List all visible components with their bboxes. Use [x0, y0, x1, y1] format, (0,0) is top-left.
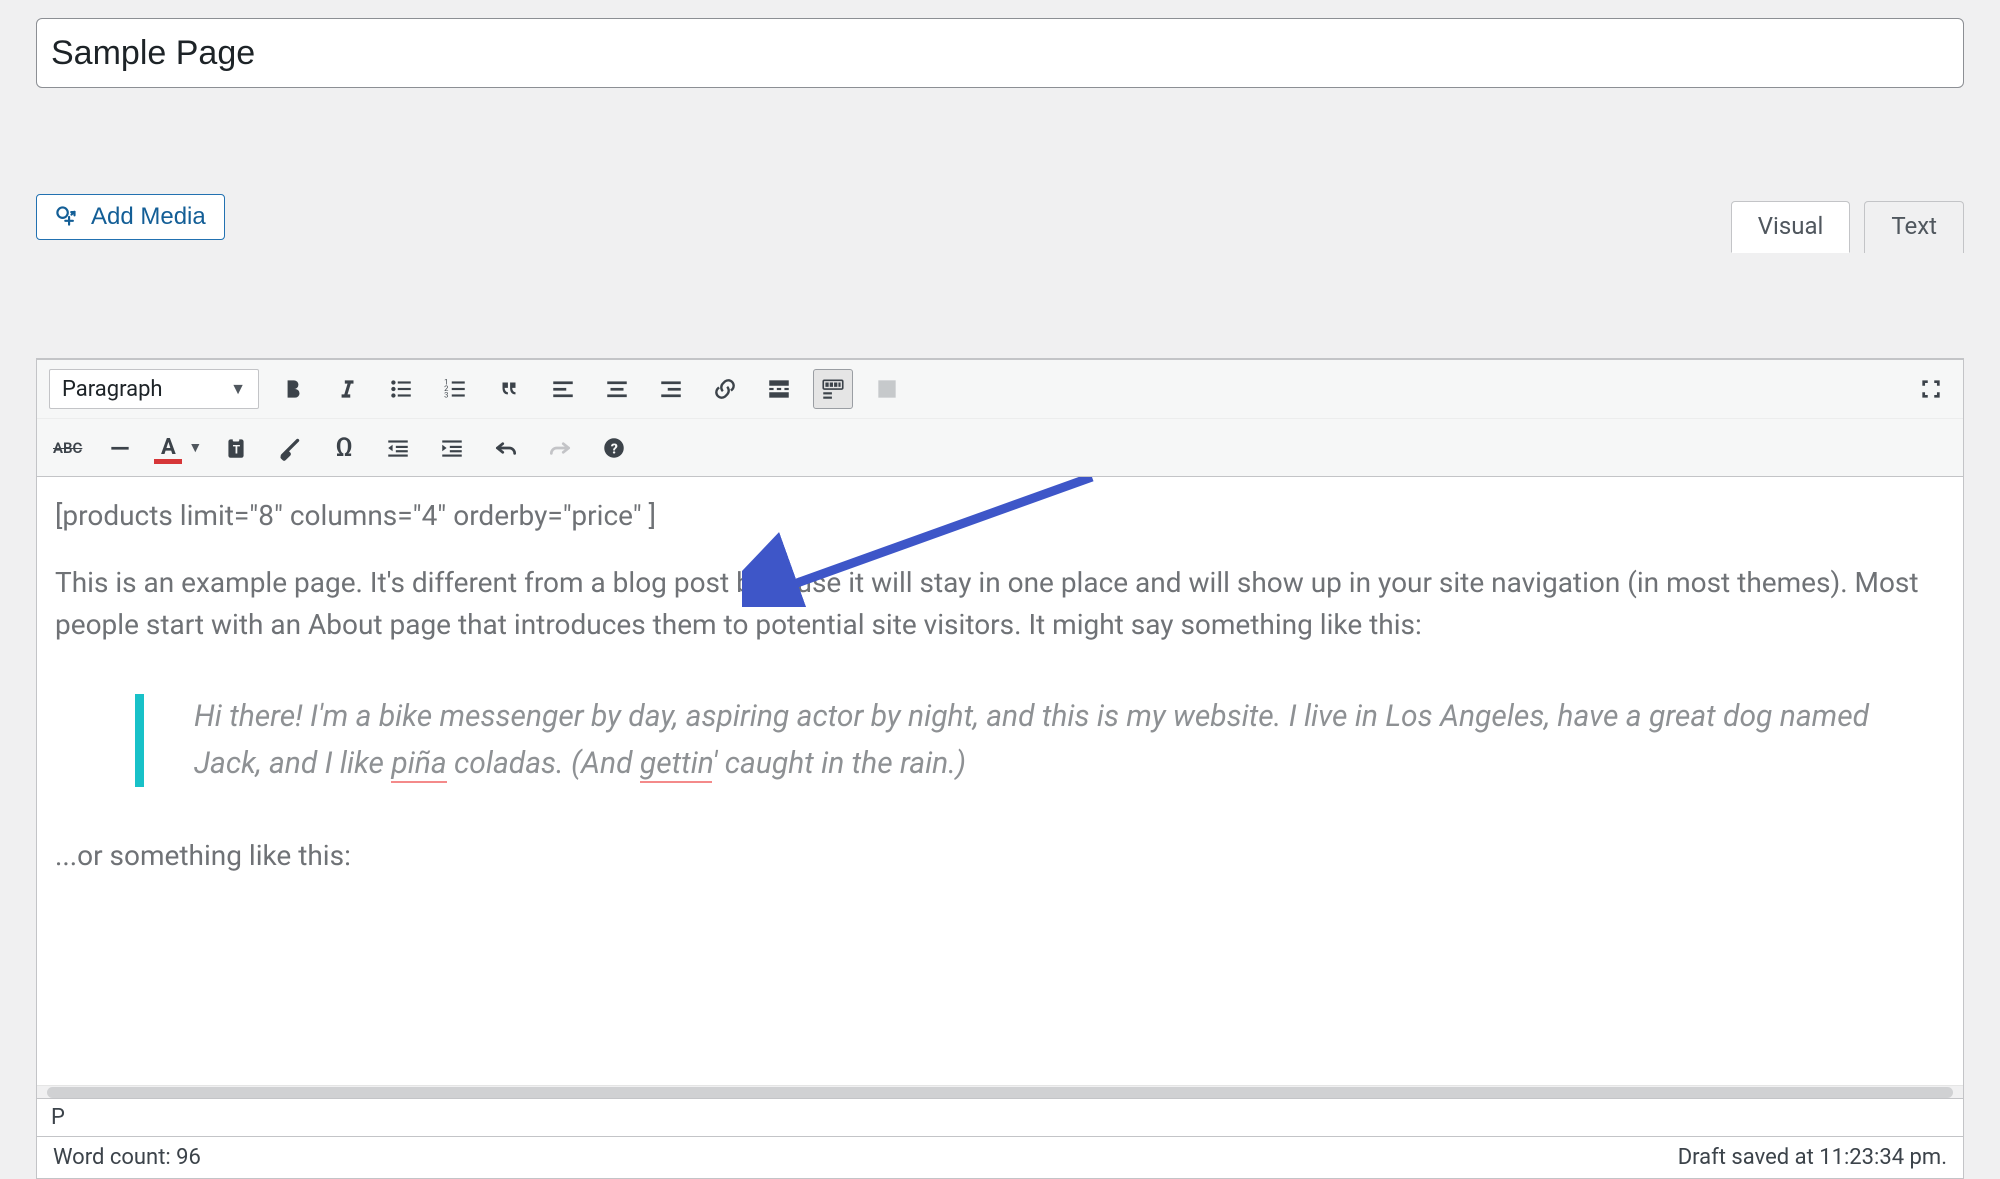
editor-wrap: Paragraph ▼ 123	[36, 358, 1964, 1179]
blockquote: Hi there! I'm a bike messenger by day, a…	[135, 694, 1945, 787]
numbered-list-button[interactable]: 123	[435, 369, 475, 409]
special-character-button[interactable]: Ω	[324, 428, 364, 468]
format-select-label: Paragraph	[62, 377, 163, 402]
bold-button[interactable]	[273, 369, 313, 409]
tab-text[interactable]: Text	[1864, 201, 1964, 253]
element-path[interactable]: P	[37, 1098, 1963, 1136]
editor-top-row: Add Media Visual Text	[36, 194, 1964, 252]
caret-down-icon: ▼	[230, 379, 246, 399]
add-media-label: Add Media	[91, 203, 206, 231]
body-paragraph-1: This is an example page. It's different …	[55, 562, 1945, 646]
spellcheck-underline: gettin	[640, 746, 712, 783]
scrollbar-thumb[interactable]	[47, 1087, 1953, 1098]
text-color-button[interactable]: A ▼	[154, 435, 202, 460]
text-color-icon: A	[154, 435, 182, 460]
indent-button[interactable]	[432, 428, 472, 468]
svg-text:?: ?	[611, 441, 618, 457]
media-icon	[55, 204, 81, 230]
toolbar-toggle-button[interactable]	[813, 369, 853, 409]
bulleted-list-button[interactable]	[381, 369, 421, 409]
link-button[interactable]	[705, 369, 745, 409]
outdent-button[interactable]	[378, 428, 418, 468]
caret-down-icon: ▼	[188, 439, 202, 456]
align-center-button[interactable]	[597, 369, 637, 409]
svg-text:3: 3	[444, 391, 448, 400]
tab-visual[interactable]: Visual	[1731, 201, 1851, 253]
blockquote-text: coladas. (And	[447, 746, 640, 781]
body-paragraph-2: ...or something like this:	[55, 835, 1945, 877]
svg-text:T: T	[233, 442, 241, 456]
clear-formatting-button[interactable]	[270, 428, 310, 468]
help-button[interactable]: ?	[594, 428, 634, 468]
add-media-button[interactable]: Add Media	[36, 194, 225, 240]
horizontal-scrollbar[interactable]	[37, 1085, 1963, 1098]
status-bar: Word count: 96 Draft saved at 11:23:34 p…	[37, 1136, 1963, 1178]
post-title-input[interactable]	[36, 18, 1964, 88]
shortcode-text: [products limit="8" columns="4" orderby=…	[55, 499, 1945, 532]
horizontal-rule-button[interactable]	[100, 428, 140, 468]
read-more-button[interactable]	[759, 369, 799, 409]
fullscreen-button[interactable]	[1911, 369, 1951, 409]
undo-button[interactable]	[486, 428, 526, 468]
editor-content-area[interactable]: [products limit="8" columns="4" orderby=…	[37, 476, 1963, 1085]
blockquote-text: ' caught in the rain.)	[712, 746, 966, 781]
italic-button[interactable]	[327, 369, 367, 409]
align-left-button[interactable]	[543, 369, 583, 409]
blockquote-button[interactable]	[489, 369, 529, 409]
paste-text-button[interactable]: T	[216, 428, 256, 468]
editor-toolbar: Paragraph ▼ 123	[37, 359, 1963, 476]
hidden-toolbar-button[interactable]	[867, 369, 907, 409]
format-select[interactable]: Paragraph ▼	[49, 369, 259, 409]
spellcheck-underline: piña	[391, 746, 446, 783]
strikethrough-button[interactable]: ABC	[49, 428, 86, 468]
align-right-button[interactable]	[651, 369, 691, 409]
redo-button[interactable]	[540, 428, 580, 468]
